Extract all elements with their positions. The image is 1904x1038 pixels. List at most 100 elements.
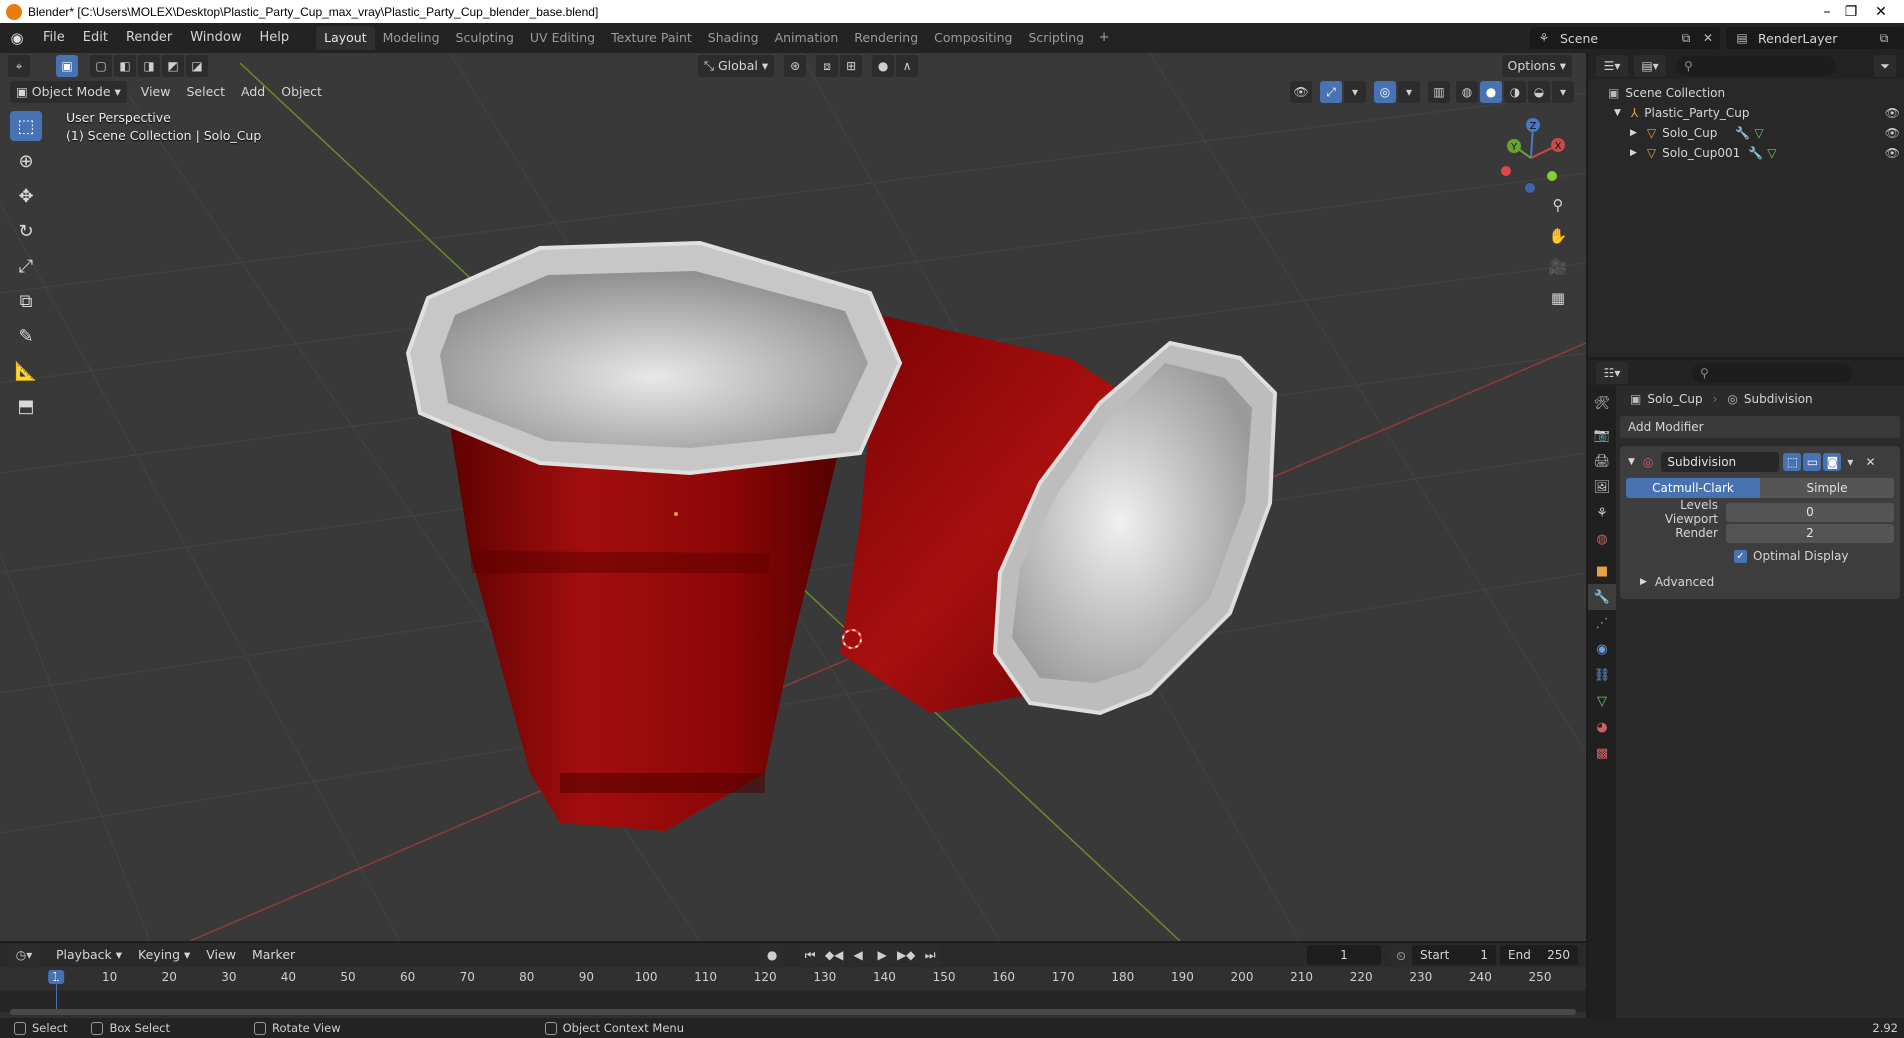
jump-prev-keyframe-icon[interactable]: ◆◀	[823, 944, 846, 966]
tab-animation[interactable]: Animation	[767, 26, 847, 50]
add-modifier-dropdown[interactable]: Add Modifier	[1620, 416, 1900, 438]
measure-tool-icon[interactable]: 📐	[10, 356, 42, 386]
timeline-ruler[interactable]: 1102030405060708090100110120130140150160…	[0, 970, 1586, 990]
particles-tab-icon[interactable]: ⋰	[1588, 610, 1616, 636]
tab-sculpting[interactable]: Sculpting	[448, 26, 522, 50]
copy-scene-icon[interactable]: ⧉	[1678, 30, 1694, 46]
timeline-scrollbar[interactable]	[10, 1009, 1576, 1015]
object-tab-icon[interactable]: ■	[1588, 558, 1616, 584]
menu-help[interactable]: Help	[251, 26, 299, 50]
outliner-display-mode-icon[interactable]: ▤▾	[1634, 55, 1666, 77]
properties-search-input[interactable]: ⚲	[1692, 363, 1852, 383]
navigation-gizmo[interactable]: Z X Y	[1486, 113, 1576, 203]
eye-icon[interactable]: 👁	[1885, 106, 1900, 120]
optimal-display-checkbox[interactable]: ✓	[1734, 549, 1747, 563]
shading-material-icon[interactable]: ◑	[1504, 81, 1526, 103]
outliner-item-solo-cup[interactable]: ▶ ▽ Solo_Cup 🔧 ▽ 👁	[1588, 123, 1904, 143]
outliner-item-plastic-party-cup[interactable]: ▼ ⅄ Plastic_Party_Cup 👁	[1588, 103, 1904, 123]
select-box-mode-icon[interactable]: ▣	[56, 55, 78, 77]
snap-target-icon[interactable]: ⊞	[840, 55, 863, 77]
blender-logo-icon[interactable]: ◉	[0, 23, 34, 53]
copy-layer-icon[interactable]: ⧉	[1876, 30, 1892, 46]
expand-arrow-icon[interactable]: ▶	[1630, 128, 1637, 138]
menu-keying[interactable]: Keying ▾	[132, 944, 196, 966]
menu-select[interactable]: Select	[180, 81, 231, 103]
solo-cup-001-mesh[interactable]	[840, 315, 1278, 716]
pivot-point-icon[interactable]: ⊛	[784, 55, 807, 77]
outliner-item-solo-cup-001[interactable]: ▶ ▽ Solo_Cup001 🔧 ▽ 👁	[1588, 143, 1904, 163]
outliner-search-input[interactable]: ⚲	[1676, 56, 1836, 76]
menu-timeline-view[interactable]: View	[200, 944, 242, 966]
optimal-display-row[interactable]: ✓ Optimal Display	[1734, 545, 1900, 567]
simple-option[interactable]: Simple	[1760, 478, 1894, 498]
jump-next-keyframe-icon[interactable]: ▶◆	[895, 944, 918, 966]
menu-window[interactable]: Window	[181, 26, 250, 50]
shading-rendered-icon[interactable]: ◒	[1528, 81, 1550, 103]
gizmo-toggle-icon[interactable]: ⤢	[1320, 81, 1342, 103]
preview-range-icon[interactable]: ⏲	[1390, 945, 1412, 967]
record-keyframe-icon[interactable]: ●	[761, 944, 784, 966]
gizmo-neg-x-icon[interactable]	[1501, 166, 1511, 176]
proportional-falloff-icon[interactable]: ∧	[896, 55, 919, 77]
tab-scripting[interactable]: Scripting	[1021, 26, 1093, 50]
timeline-editor-type-icon[interactable]: ◷▾	[8, 944, 40, 966]
expand-arrow-icon[interactable]: ▶	[1630, 148, 1637, 158]
scene-selector[interactable]: ⚘ Scene ⧉ ✕	[1530, 27, 1720, 49]
menu-view[interactable]: View	[135, 81, 177, 103]
mode-dropdown[interactable]: ▣ Object Mode ▾	[10, 81, 127, 103]
cursor-tool-icon[interactable]: ⊕	[10, 146, 42, 176]
tab-texture-paint[interactable]: Texture Paint	[603, 26, 700, 50]
jump-end-icon[interactable]: ⏭	[919, 944, 942, 966]
pan-hand-icon[interactable]: ✋	[1546, 224, 1570, 248]
render-levels-field[interactable]: 2	[1726, 523, 1894, 543]
select-extend-icon[interactable]: ◧	[114, 55, 136, 77]
snap-icon[interactable]: ⧈	[816, 55, 839, 77]
camera-view-icon[interactable]: 🎥	[1546, 255, 1570, 279]
tab-shading[interactable]: Shading	[700, 26, 767, 50]
texture-tab-icon[interactable]: ▩	[1588, 740, 1616, 766]
menu-marker[interactable]: Marker	[246, 944, 301, 966]
menu-object[interactable]: Object	[275, 81, 328, 103]
visibility-icon[interactable]: 👁	[1290, 81, 1312, 103]
play-reverse-icon[interactable]: ◀	[847, 944, 870, 966]
menu-edit[interactable]: Edit	[74, 26, 117, 50]
catmull-clark-option[interactable]: Catmull-Clark	[1626, 478, 1760, 498]
shading-dropdown-icon[interactable]: ▾	[1552, 81, 1574, 103]
tab-modeling[interactable]: Modeling	[375, 26, 448, 50]
scene-tab-icon[interactable]: ⚘	[1588, 500, 1616, 526]
select-box-tool-icon[interactable]: ⬚	[10, 111, 42, 141]
xray-toggle-icon[interactable]: ▥	[1428, 81, 1450, 103]
remove-modifier-icon[interactable]: ✕	[1865, 455, 1875, 469]
start-frame-field[interactable]: Start 1	[1412, 945, 1496, 965]
tab-compositing[interactable]: Compositing	[926, 26, 1020, 50]
ortho-grid-icon[interactable]: ▦	[1546, 286, 1570, 310]
outliner-editor-type-icon[interactable]: ☰▾	[1596, 55, 1628, 77]
annotate-tool-icon[interactable]: ✎	[10, 321, 42, 351]
render-tab-icon[interactable]: 📷	[1588, 422, 1616, 448]
shading-wireframe-icon[interactable]: ◍	[1456, 81, 1478, 103]
viewport-display-toggle-icon[interactable]: ▭	[1803, 453, 1822, 471]
transform-orientation-dropdown[interactable]: ⤡ Global ▾	[698, 55, 775, 77]
render-toggle-icon[interactable]: ◙	[1823, 453, 1842, 471]
options-dropdown[interactable]: Options ▾	[1501, 55, 1572, 77]
view-layer-selector[interactable]: ▤ RenderLayer ⧉	[1726, 27, 1904, 49]
menu-render[interactable]: Render	[117, 26, 181, 50]
add-workspace-button[interactable]: +	[1092, 26, 1116, 50]
tool-tab-icon[interactable]: 🛠	[1588, 390, 1616, 416]
advanced-subpanel[interactable]: ▶ Advanced	[1640, 571, 1900, 593]
transform-tool-icon[interactable]: ⧉	[10, 286, 42, 316]
levels-viewport-field[interactable]: 0	[1726, 502, 1894, 522]
expand-arrow-icon[interactable]: ▶	[1640, 577, 1647, 587]
current-frame-field[interactable]: 1	[1307, 945, 1381, 965]
modifier-tab-icon[interactable]: 🔧	[1588, 584, 1616, 610]
output-tab-icon[interactable]: 🖨	[1588, 448, 1616, 474]
tab-rendering[interactable]: Rendering	[846, 26, 926, 50]
tab-layout[interactable]: Layout	[316, 26, 375, 50]
overlays-toggle-icon[interactable]: ◎	[1374, 81, 1396, 103]
eye-icon[interactable]: 👁	[1885, 126, 1900, 140]
solo-cup-mesh[interactable]	[405, 240, 903, 831]
outliner-item-scene-collection[interactable]: ▣ Scene Collection	[1588, 83, 1904, 103]
editor-type-icon[interactable]: ⌖	[8, 55, 30, 77]
select-invert-icon[interactable]: ◩	[162, 55, 184, 77]
rotate-tool-icon[interactable]: ↻	[10, 216, 42, 246]
